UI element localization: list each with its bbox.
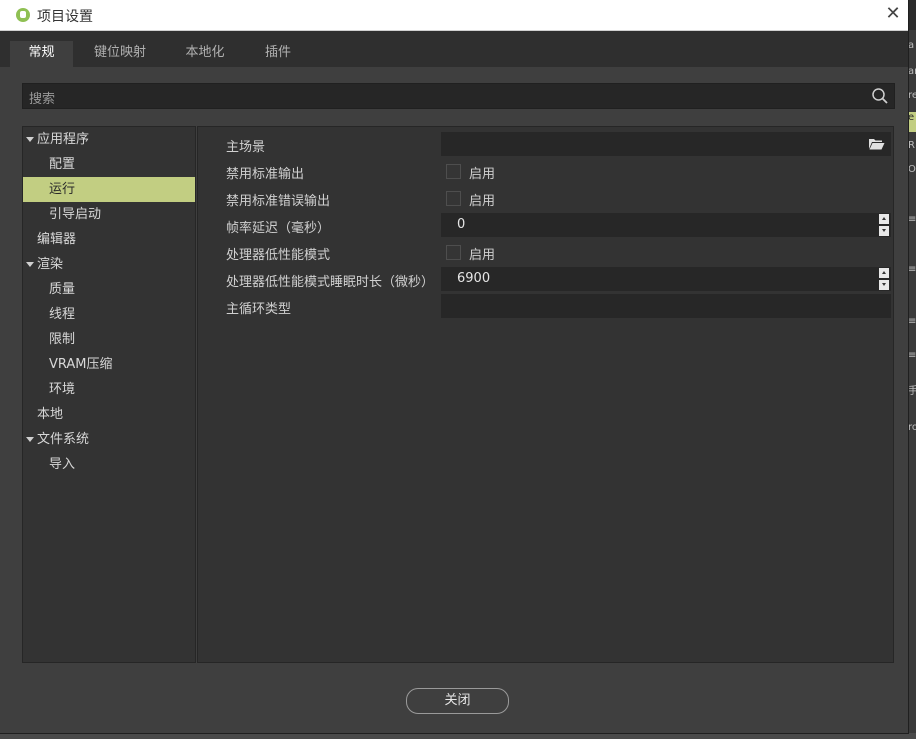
background-snippet: ≡ xyxy=(908,214,916,225)
background-snippet: ar xyxy=(908,66,916,77)
low-processor-mode-on-label: 启用 xyxy=(469,248,496,263)
tree-item-application[interactable]: 应用程序 xyxy=(23,127,195,152)
background-snippet: ro xyxy=(908,422,916,433)
disable-stdout-checkbox[interactable] xyxy=(446,164,461,179)
background-editor-strip: a ar re e R O ≡ ≡ ≡ ≡ 手 ro xyxy=(908,30,916,739)
frame-delay-value: 0 xyxy=(457,217,466,232)
disable-stdout-label: 禁用标准输出 xyxy=(226,167,305,182)
low-processor-sleep-label: 处理器低性能模式睡眠时长（微秒） xyxy=(226,275,435,290)
tree-item-limits[interactable]: 限制 xyxy=(23,327,195,352)
section-tree: 应用程序 配置 运行 引导启动 编辑器 渲染 质量 线程 限制 VRAM压缩 环… xyxy=(22,126,196,663)
tree-item-label: 环境 xyxy=(49,382,76,397)
tree-item-label: 限制 xyxy=(49,332,76,347)
low-processor-sleep-stepper[interactable] xyxy=(879,268,889,290)
tree-item-run[interactable]: 运行 xyxy=(23,177,195,202)
title-bar: 项目设置 ✕ xyxy=(0,0,908,31)
tab-plugins[interactable]: 插件 xyxy=(250,41,306,67)
background-snippet: a xyxy=(908,40,915,51)
background-editor-bottom xyxy=(0,733,916,739)
tab-bar: 常规 键位映射 本地化 插件 xyxy=(0,31,908,67)
main-loop-type-field[interactable] xyxy=(441,294,891,318)
main-scene-label: 主场景 xyxy=(226,140,266,155)
tree-item-label: 文件系统 xyxy=(37,432,90,447)
background-snippet: re xyxy=(908,90,916,101)
background-snippet: O xyxy=(908,164,916,175)
low-processor-mode-checkbox[interactable] xyxy=(446,245,461,260)
tree-item-label: 质量 xyxy=(49,282,76,297)
tree-item-locale[interactable]: 本地 xyxy=(23,402,195,427)
close-button[interactable]: 关闭 xyxy=(406,688,509,714)
increment-arrow-icon[interactable] xyxy=(879,214,889,224)
tree-item-label: 运行 xyxy=(49,182,76,197)
close-icon[interactable]: ✕ xyxy=(884,5,902,23)
tree-item-label: 引导启动 xyxy=(49,207,102,222)
property-inspector: 主场景 禁用标准输出 启用 禁用标准错误输出 启用 帧率延迟（毫秒） 0 处理器… xyxy=(197,126,894,663)
tree-item-editor[interactable]: 编辑器 xyxy=(23,227,195,252)
disable-stderr-label: 禁用标准错误输出 xyxy=(226,194,331,209)
frame-delay-spinbox[interactable]: 0 xyxy=(441,213,891,237)
tab-input-map[interactable]: 键位映射 xyxy=(80,41,160,67)
search-placeholder: 搜索 xyxy=(29,92,56,107)
tree-item-label: 编辑器 xyxy=(37,232,77,247)
chevron-down-icon[interactable] xyxy=(26,437,34,442)
tree-item-filesystem[interactable]: 文件系统 xyxy=(23,427,195,452)
low-processor-sleep-spinbox[interactable]: 6900 xyxy=(441,267,891,291)
disable-stderr-on-label: 启用 xyxy=(469,194,496,209)
search-input[interactable]: 搜索 xyxy=(22,83,895,109)
main-scene-field[interactable] xyxy=(441,132,891,156)
tree-item-import[interactable]: 导入 xyxy=(23,452,195,477)
tree-item-boot-splash[interactable]: 引导启动 xyxy=(23,202,195,227)
main-loop-type-label: 主循环类型 xyxy=(226,302,292,317)
app-logo-icon xyxy=(16,8,30,22)
tree-item-label: 导入 xyxy=(49,457,76,472)
background-snippet: R xyxy=(908,140,915,151)
background-snippet: ≡ xyxy=(908,264,916,275)
decrement-arrow-icon[interactable] xyxy=(879,280,889,290)
search-icon[interactable] xyxy=(870,86,890,106)
tree-item-config[interactable]: 配置 xyxy=(23,152,195,177)
tree-item-label: 配置 xyxy=(49,157,76,172)
tree-item-label: 应用程序 xyxy=(37,132,90,147)
tree-item-label: VRAM压缩 xyxy=(49,357,113,372)
increment-arrow-icon[interactable] xyxy=(879,268,889,278)
low-processor-sleep-value: 6900 xyxy=(457,271,491,286)
tree-item-label: 线程 xyxy=(49,307,76,322)
disable-stdout-on-label: 启用 xyxy=(469,167,496,182)
chevron-down-icon[interactable] xyxy=(26,262,34,267)
tab-general[interactable]: 常规 xyxy=(10,41,73,67)
tree-item-vram-compression[interactable]: VRAM压缩 xyxy=(23,352,195,377)
tree-item-threads[interactable]: 线程 xyxy=(23,302,195,327)
tree-item-rendering[interactable]: 渲染 xyxy=(23,252,195,277)
tree-item-quality[interactable]: 质量 xyxy=(23,277,195,302)
tree-item-environment[interactable]: 环境 xyxy=(23,377,195,402)
background-snippet: 手 xyxy=(908,386,916,397)
disable-stderr-checkbox[interactable] xyxy=(446,191,461,206)
frame-delay-label: 帧率延迟（毫秒） xyxy=(226,221,331,236)
background-snippet: e xyxy=(908,112,916,132)
project-settings-dialog: 项目设置 ✕ 常规 键位映射 本地化 插件 搜索 应用程序 配置 运行 引导启动… xyxy=(0,0,908,733)
tree-item-label: 渲染 xyxy=(37,257,64,272)
folder-open-icon[interactable] xyxy=(868,137,885,150)
window-title: 项目设置 xyxy=(37,9,93,25)
background-snippet: ≡ xyxy=(908,316,916,327)
tab-localization[interactable]: 本地化 xyxy=(170,41,240,67)
tree-item-label: 本地 xyxy=(37,407,64,422)
low-processor-mode-label: 处理器低性能模式 xyxy=(226,248,331,263)
frame-delay-stepper[interactable] xyxy=(879,214,889,236)
chevron-down-icon[interactable] xyxy=(26,137,34,142)
decrement-arrow-icon[interactable] xyxy=(879,226,889,236)
background-snippet: ≡ xyxy=(908,350,916,361)
